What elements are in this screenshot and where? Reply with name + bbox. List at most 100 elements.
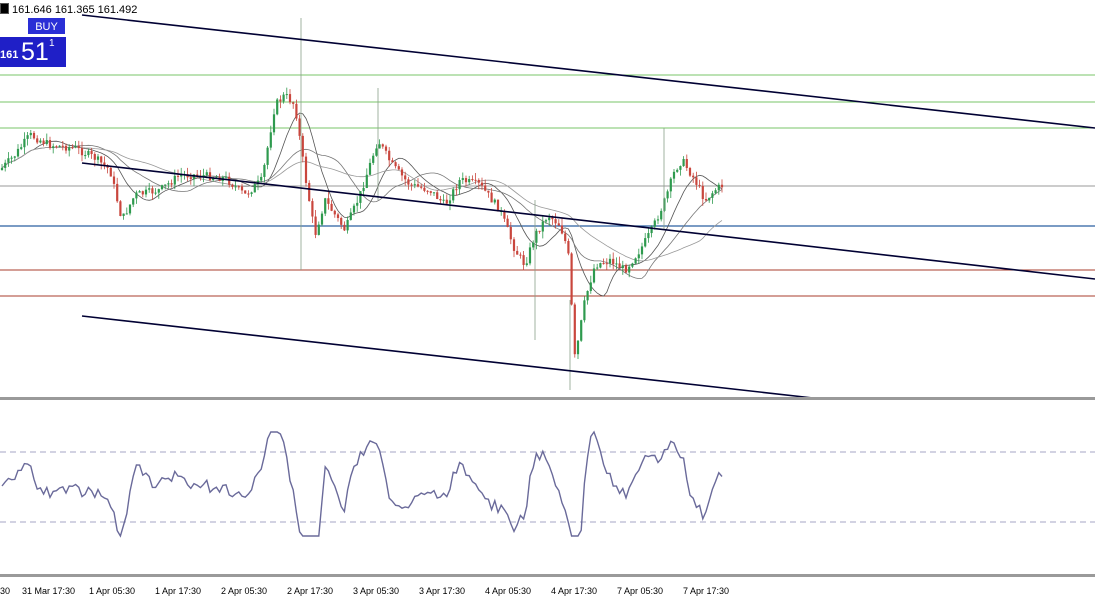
time-axis-label: 1 Apr 17:30 — [155, 586, 202, 596]
candle-body — [554, 219, 557, 224]
candle-body — [484, 185, 487, 191]
candle-body — [477, 179, 480, 183]
candle-body — [288, 94, 292, 103]
candle-body — [490, 192, 493, 203]
candle-body — [119, 201, 122, 216]
candle-body — [276, 99, 279, 115]
time-axis-label: 30 — [0, 586, 11, 596]
oscillator-line[interactable] — [1, 430, 723, 538]
candle-body — [394, 162, 397, 167]
candle-body — [676, 169, 679, 172]
candle-body — [20, 147, 23, 149]
candle-body — [10, 157, 13, 159]
candle-body — [468, 179, 471, 183]
time-axis-label: 3 Apr 17:30 — [419, 586, 466, 596]
trend-channel-middle[interactable] — [81, 162, 1095, 280]
candle-body — [96, 156, 100, 160]
candle-body — [624, 265, 628, 273]
candle-body — [560, 225, 564, 234]
candle-body — [365, 174, 368, 188]
candle-body — [13, 156, 16, 158]
candle-body — [64, 145, 68, 151]
candle-body — [400, 169, 404, 176]
candle-body — [605, 263, 608, 265]
candle-body — [346, 219, 349, 231]
candle-body — [535, 230, 538, 243]
candle-body — [660, 210, 663, 220]
price-chart[interactable] — [0, 0, 1095, 600]
candle-body — [583, 300, 586, 321]
candle-body — [698, 184, 701, 186]
candle-body — [653, 220, 656, 227]
candle-body — [4, 162, 7, 168]
candle-body — [234, 186, 237, 188]
moving-average-line — [1, 146, 723, 262]
candle-body — [32, 132, 36, 139]
candle-body — [528, 247, 532, 264]
candle-body — [551, 217, 554, 220]
candle-body — [93, 154, 96, 160]
candle-body — [557, 223, 560, 226]
candle-body — [122, 213, 125, 216]
candle-body — [317, 224, 320, 235]
candle-body — [0, 167, 4, 170]
candle-body — [458, 179, 461, 190]
candle-body — [612, 258, 615, 265]
candle-body — [375, 148, 378, 156]
candle-body — [247, 193, 250, 195]
candle-body — [189, 177, 192, 179]
candle-body — [720, 184, 724, 188]
candle-body — [701, 185, 704, 200]
time-axis-label: 7 Apr 17:30 — [683, 586, 730, 596]
candle-body — [413, 184, 416, 186]
candle-body — [445, 199, 448, 204]
time-axis-label: 4 Apr 17:30 — [551, 586, 598, 596]
time-axis-label: 31 Mar 17:30 — [22, 586, 76, 596]
candle-body — [640, 246, 644, 255]
candle-body — [356, 202, 359, 206]
candle-body — [228, 176, 231, 185]
candle-body — [29, 132, 32, 136]
candle-body — [244, 190, 247, 194]
candle-body — [618, 263, 621, 269]
candle-body — [621, 265, 624, 269]
candle-body — [36, 138, 39, 143]
candle-body — [672, 171, 676, 179]
candle-body — [474, 179, 477, 181]
time-axis-label: 2 Apr 05:30 — [221, 586, 268, 596]
candle-body — [292, 102, 295, 104]
trend-channel-upper[interactable] — [81, 14, 1095, 129]
candle-body — [74, 146, 77, 148]
candle-body — [564, 233, 567, 242]
trend-channel-lower[interactable] — [81, 315, 823, 400]
candle-body — [167, 183, 170, 185]
candle-body — [432, 192, 436, 194]
candle-body — [548, 217, 551, 221]
candle-body — [480, 182, 484, 186]
candle-body — [384, 146, 388, 151]
candle-body — [80, 148, 84, 156]
candle-body — [272, 114, 276, 133]
candle-body — [573, 304, 576, 355]
candle-body — [285, 94, 288, 96]
candle-body — [519, 254, 522, 256]
candle-body — [644, 238, 647, 247]
candle-body — [42, 140, 45, 144]
candle-body — [525, 263, 528, 265]
candle-body — [461, 178, 464, 180]
candle-body — [570, 253, 573, 305]
candle-body — [679, 166, 682, 170]
candle-body — [368, 162, 372, 175]
candle-body — [608, 258, 612, 264]
moving-average-line — [1, 112, 723, 297]
candle-body — [330, 203, 333, 211]
candle-body — [301, 135, 304, 157]
candle-body — [84, 155, 87, 157]
candle-body — [580, 320, 583, 341]
candle-body — [602, 263, 605, 265]
candle-body — [55, 146, 58, 148]
candle-body — [455, 189, 458, 191]
candle-body — [71, 147, 74, 149]
main-pane-separator — [0, 397, 1095, 400]
candle-body — [311, 201, 314, 217]
